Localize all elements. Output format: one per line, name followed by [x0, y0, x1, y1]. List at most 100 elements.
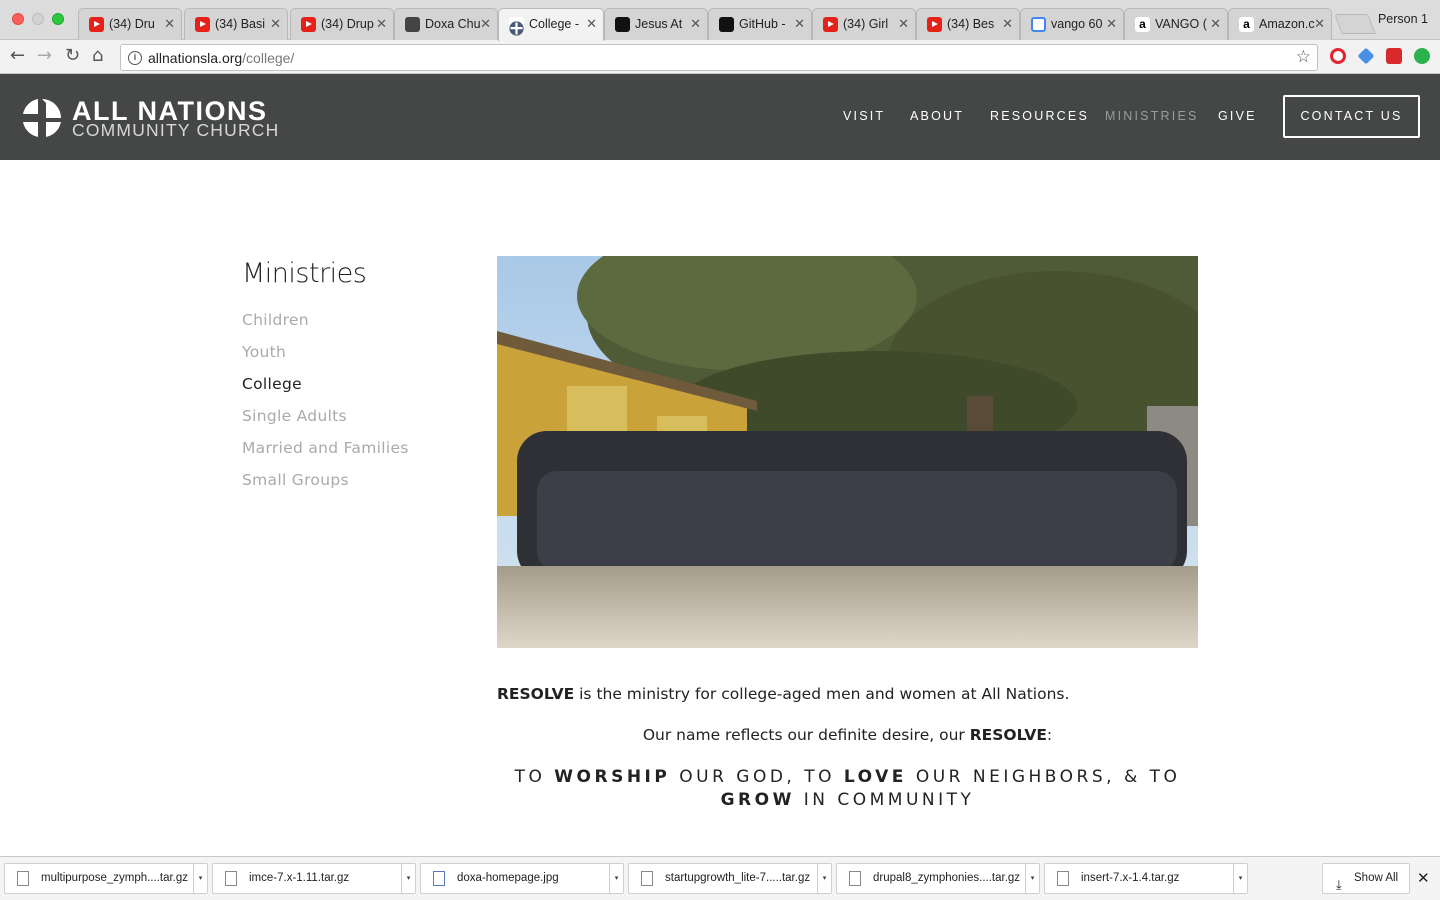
tab-close-icon[interactable]: ✕ — [1210, 9, 1221, 39]
browser-tab[interactable]: GitHub - ✕ — [708, 8, 812, 40]
tab-close-icon[interactable]: ✕ — [794, 9, 805, 39]
browser-tab-active[interactable]: College - ✕ — [498, 8, 604, 41]
extension-icon[interactable] — [1357, 47, 1375, 65]
tab-close-icon[interactable]: ✕ — [376, 9, 387, 39]
site-info-icon[interactable]: i — [128, 51, 142, 65]
file-icon — [225, 871, 237, 886]
tab-close-icon[interactable]: ✕ — [480, 9, 491, 39]
group-photo-image — [497, 256, 1198, 648]
motto-part: IN COMMUNITY — [794, 790, 975, 810]
window-close-button[interactable] — [12, 13, 24, 25]
motto-part: OUR GOD, TO — [670, 767, 844, 787]
show-all-downloads-button[interactable]: ⤓ Show All — [1322, 863, 1410, 894]
bookmark-star-icon[interactable]: ☆ — [1296, 47, 1311, 67]
forward-icon[interactable]: → — [37, 46, 52, 66]
motto-keyword: WORSHIP — [554, 767, 671, 787]
new-tab-button[interactable] — [1334, 14, 1376, 34]
tab-close-icon[interactable]: ✕ — [1106, 9, 1117, 39]
motto-keyword: GROW — [720, 790, 795, 810]
intro-paragraph: RESOLVE is the ministry for college-aged… — [497, 685, 1069, 703]
download-item[interactable]: imce-7.x-1.11.tar.gz ▾ — [212, 863, 416, 894]
youtube-icon — [823, 17, 838, 32]
tab-close-icon[interactable]: ✕ — [690, 9, 701, 39]
nav-give[interactable]: GIVE — [1218, 109, 1257, 123]
extension-icon[interactable] — [1386, 48, 1402, 64]
sidebar-item-youth[interactable]: Youth — [242, 342, 409, 374]
extension-icon[interactable] — [1414, 48, 1430, 64]
tab-title: (34) Drup — [321, 17, 374, 31]
home-icon[interactable]: ⌂ — [92, 46, 103, 66]
tab-close-icon[interactable]: ✕ — [1002, 9, 1013, 39]
download-item[interactable]: multipurpose_zymph....tar.gz ▾ — [4, 863, 208, 894]
browser-tab[interactable]: (34) Drup ✕ — [290, 8, 394, 40]
church-logo-icon — [23, 99, 61, 137]
browser-tab[interactable]: (34) Girl ✕ — [812, 8, 916, 40]
browser-tab[interactable]: a VANGO ( ✕ — [1124, 8, 1228, 40]
download-menu-icon[interactable]: ▾ — [1025, 864, 1039, 893]
browser-tab[interactable]: Jesus At ✕ — [604, 8, 708, 40]
download-item[interactable]: insert-7.x-1.4.tar.gz ▾ — [1044, 863, 1248, 894]
browser-tab[interactable]: a Amazon.c ✕ — [1228, 8, 1332, 40]
download-filename: startupgrowth_lite-7.....tar.gz — [665, 872, 811, 884]
show-all-label: Show All — [1354, 872, 1399, 884]
youtube-icon — [89, 17, 104, 32]
browser-tab[interactable]: (34) Dru ✕ — [78, 8, 182, 40]
tab-close-icon[interactable]: ✕ — [586, 9, 597, 39]
download-item[interactable]: doxa-homepage.jpg ▾ — [420, 863, 624, 894]
all-nations-icon — [509, 17, 524, 36]
download-filename: imce-7.x-1.11.tar.gz — [249, 872, 350, 884]
tab-close-icon[interactable]: ✕ — [164, 9, 175, 39]
download-shelf: multipurpose_zymph....tar.gz ▾ imce-7.x-… — [0, 856, 1440, 900]
browser-toolbar: ← → ↻ ⌂ i allnationsla.org/college/ ☆ — [0, 40, 1440, 74]
tab-close-icon[interactable]: ✕ — [1314, 9, 1325, 39]
resolve-motto: TO WORSHIP OUR GOD, TO LOVE OUR NEIGHBOR… — [497, 766, 1198, 812]
nav-ministries[interactable]: MINISTRIES — [1105, 109, 1199, 123]
download-menu-icon[interactable]: ▾ — [401, 864, 415, 893]
sidebar-item-college[interactable]: College — [242, 374, 409, 406]
logo-subtitle: COMMUNITY CHURCH — [72, 120, 280, 140]
tab-title: (34) Basi — [215, 17, 266, 31]
window-maximize-button[interactable] — [52, 13, 64, 25]
tab-title: College - — [529, 17, 580, 31]
motto-part: OUR NEIGHBORS, & TO — [906, 767, 1181, 787]
nav-about[interactable]: ABOUT — [910, 109, 964, 123]
file-icon — [641, 871, 653, 886]
back-icon[interactable]: ← — [10, 46, 25, 66]
close-shelf-icon[interactable]: ✕ — [1417, 869, 1430, 887]
download-filename: multipurpose_zymph....tar.gz — [41, 872, 189, 884]
download-item[interactable]: startupgrowth_lite-7.....tar.gz ▾ — [628, 863, 832, 894]
sidebar-item-married-families[interactable]: Married and Families — [242, 438, 409, 470]
site-header: ALL NATIONS COMMUNITY CHURCH VISIT ABOUT… — [0, 74, 1440, 160]
sidebar-item-single-adults[interactable]: Single Adults — [242, 406, 409, 438]
window-minimize-button[interactable] — [32, 13, 44, 25]
browser-tab[interactable]: Doxa Chu ✕ — [394, 8, 498, 40]
browser-tab[interactable]: vango 60 ✕ — [1020, 8, 1124, 40]
nav-resources[interactable]: RESOURCES — [990, 109, 1089, 123]
motto-part: TO — [514, 767, 555, 787]
contact-us-button[interactable]: CONTACT US — [1283, 95, 1420, 138]
doxa-icon — [405, 17, 420, 32]
browser-tab[interactable]: (34) Basi ✕ — [184, 8, 288, 40]
sidebar-item-children[interactable]: Children — [242, 310, 409, 342]
url-text[interactable]: allnationsla.org/college/ — [148, 50, 294, 66]
name-text: Our name reflects our definite desire, o… — [642, 726, 970, 744]
download-menu-icon[interactable]: ▾ — [193, 864, 207, 893]
image-file-icon — [433, 871, 445, 886]
tab-close-icon[interactable]: ✕ — [898, 9, 909, 39]
download-item[interactable]: drupal8_zymphonies....tar.gz ▾ — [836, 863, 1040, 894]
browser-tab[interactable]: (34) Bes ✕ — [916, 8, 1020, 40]
opera-extension-icon[interactable] — [1330, 48, 1346, 64]
download-menu-icon[interactable]: ▾ — [1233, 864, 1247, 893]
download-menu-icon[interactable]: ▾ — [817, 864, 831, 893]
motto-keyword: LOVE — [843, 767, 907, 787]
address-bar[interactable]: i allnationsla.org/college/ ☆ — [120, 44, 1318, 71]
nav-visit[interactable]: VISIT — [843, 109, 885, 123]
profile-button[interactable]: Person 1 — [1378, 12, 1428, 26]
tab-title: (34) Bes — [947, 17, 995, 31]
tab-close-icon[interactable]: ✕ — [270, 9, 281, 39]
sidebar-item-small-groups[interactable]: Small Groups — [242, 470, 409, 502]
download-menu-icon[interactable]: ▾ — [609, 864, 623, 893]
file-icon — [1057, 871, 1069, 886]
reload-icon[interactable]: ↻ — [65, 46, 80, 66]
name-text-end: : — [1046, 726, 1053, 744]
